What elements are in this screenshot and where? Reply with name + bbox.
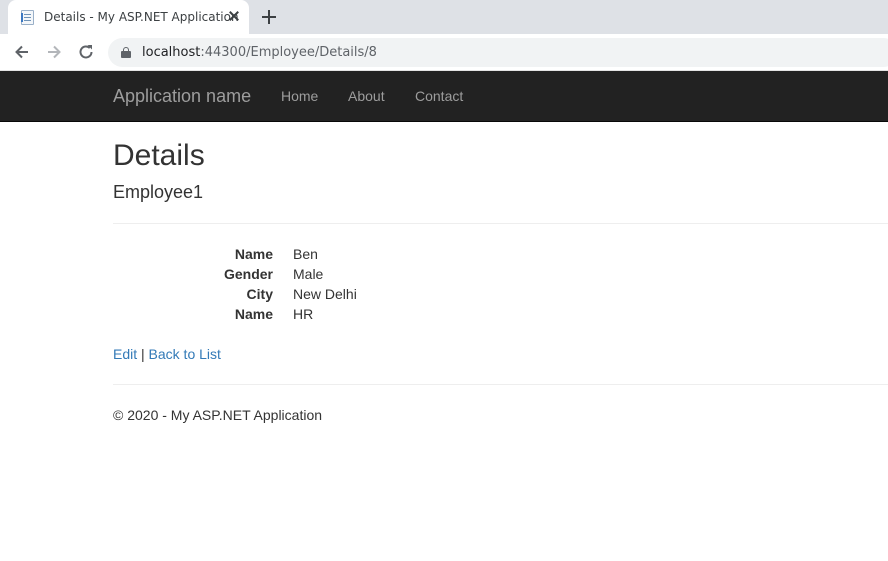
edit-link[interactable]: Edit: [113, 346, 137, 362]
forward-arrow-icon[interactable]: [44, 42, 64, 62]
detail-label: Name: [234, 306, 273, 322]
page-subtitle: Employee1: [113, 182, 204, 202]
detail-label: Gender: [223, 266, 273, 282]
action-links: Edit | Back to List: [113, 346, 221, 362]
plus-icon[interactable]: [261, 9, 277, 25]
detail-row: City New Delhi: [113, 284, 513, 304]
detail-row: Gender Male: [113, 264, 513, 284]
browser-tab-strip: Details - My ASP.NET Application: [0, 0, 888, 34]
back-to-list-link[interactable]: Back to List: [149, 346, 221, 362]
detail-value: Male: [293, 266, 324, 282]
nav-link-about[interactable]: About: [348, 88, 385, 104]
browser-tab[interactable]: Details - My ASP.NET Application: [8, 0, 249, 34]
divider: [113, 223, 888, 224]
footer-text: © 2020 - My ASP.NET Application: [113, 407, 323, 423]
link-separator: |: [141, 346, 145, 362]
footer-divider: [113, 384, 888, 385]
lock-icon[interactable]: [121, 47, 131, 58]
close-icon[interactable]: [226, 8, 242, 24]
detail-label: City: [246, 286, 273, 302]
back-arrow-icon[interactable]: [12, 42, 32, 62]
details-list: Name Ben Gender Male City New Delhi Name…: [113, 244, 513, 324]
browser-toolbar: localhost:44300/Employee/Details/8: [0, 34, 888, 71]
tab-title: Details - My ASP.NET Application: [44, 10, 239, 24]
site-navbar: Application name Home About Contact: [0, 71, 888, 122]
detail-value: New Delhi: [293, 286, 357, 302]
detail-label: Name: [234, 246, 273, 262]
detail-value: HR: [293, 306, 314, 322]
detail-row: Name HR: [113, 304, 513, 324]
page-favicon-icon: [21, 10, 34, 25]
detail-row: Name Ben: [113, 244, 513, 264]
url-text: localhost:44300/Employee/Details/8: [142, 45, 377, 60]
nav-link-home[interactable]: Home: [281, 88, 318, 104]
reload-icon[interactable]: [76, 42, 96, 62]
detail-value: Ben: [293, 246, 318, 262]
address-bar[interactable]: localhost:44300/Employee/Details/8: [108, 38, 888, 67]
brand-link[interactable]: Application name: [113, 86, 251, 107]
nav-link-contact[interactable]: Contact: [415, 88, 463, 104]
url-path: :44300/Employee/Details/8: [200, 45, 377, 60]
url-host: localhost: [142, 45, 201, 60]
page-title: Details: [113, 139, 205, 172]
